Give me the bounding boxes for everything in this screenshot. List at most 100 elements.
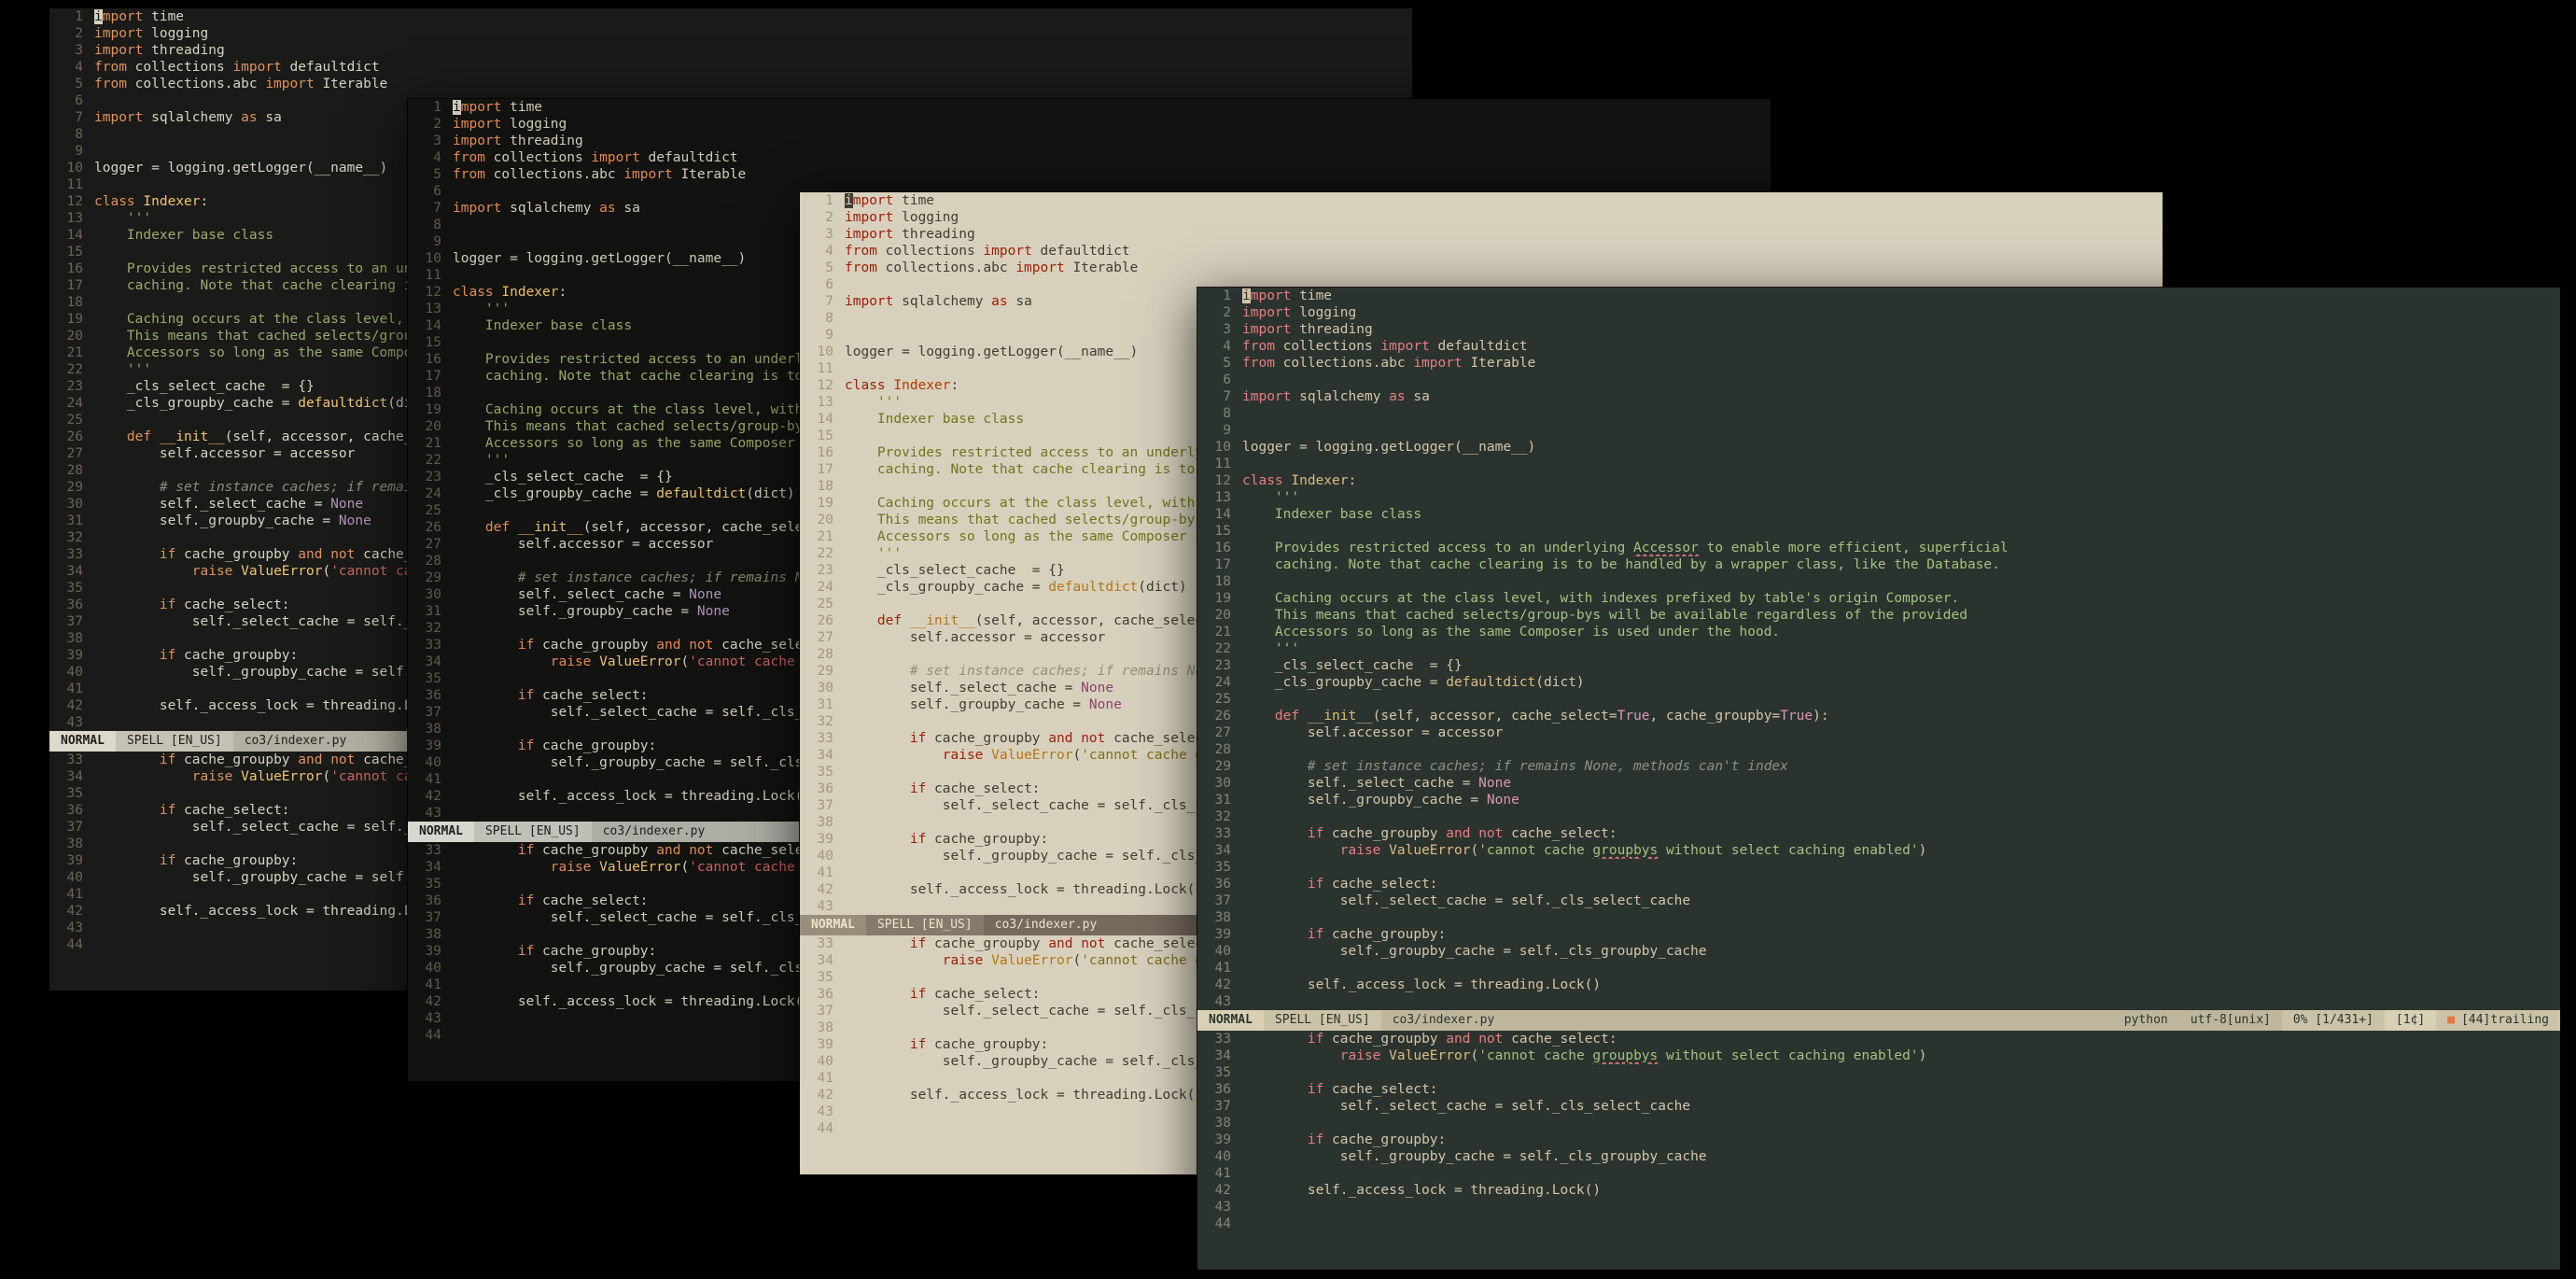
line-number: 22 xyxy=(66,362,83,377)
line-number: 10 xyxy=(425,251,441,266)
line-number: 10 xyxy=(1214,440,1231,455)
line-number: 9 xyxy=(433,234,441,249)
code-token: defaultdict xyxy=(656,486,747,501)
code-token: class xyxy=(845,378,886,393)
line-number: 20 xyxy=(817,513,833,527)
code-token: groupbys xyxy=(1592,843,1659,858)
line-number: 34 xyxy=(1214,1048,1231,1063)
code-line: 37 self._select_cache = self._cls_select… xyxy=(1197,892,2560,909)
cursor: i xyxy=(94,9,103,24)
code-token: Iterable xyxy=(314,77,388,91)
code-token: import xyxy=(845,227,894,242)
code-line: 2 import logging xyxy=(1197,304,2560,321)
line-number: 10 xyxy=(817,344,833,359)
code-token: collections.abc xyxy=(126,77,266,91)
line-number: 37 xyxy=(817,1004,833,1019)
code-token: raise xyxy=(1339,843,1381,858)
code-line: 1 import time xyxy=(800,192,2163,209)
code-token: (self, accessor, cache_select= xyxy=(1372,709,1617,724)
code-token: and xyxy=(1048,731,1073,746)
code-line: 21 Accessors so long as the same Compose… xyxy=(1197,624,2560,640)
code-token: defaultdict xyxy=(298,396,388,411)
code-token: if xyxy=(909,1037,927,1052)
code-line: 32 xyxy=(1197,808,2560,825)
code-token: logger = logging.getLogger(__name__) xyxy=(1242,440,1536,455)
line-number: 31 xyxy=(1214,793,1231,808)
code-line: 5 from collections.abc import Iterable xyxy=(408,166,1771,183)
line-number: 14 xyxy=(817,412,833,427)
line-number: 2 xyxy=(1223,305,1231,320)
code-token: cache_select: xyxy=(1323,1082,1438,1097)
code-token: ( xyxy=(322,769,331,784)
code-line: 43 xyxy=(1197,1199,2560,1216)
code-line: 19 Caching occurs at the class level, wi… xyxy=(1197,590,2560,607)
line-number: 43 xyxy=(66,715,83,730)
code-line: 12 class Indexer: xyxy=(1197,472,2560,489)
line-number: 34 xyxy=(425,654,441,669)
line-number: 41 xyxy=(425,977,441,992)
code-line: 36 if cache_select: xyxy=(1197,1081,2560,1098)
line-number: 33 xyxy=(425,843,441,858)
code-token: self.accessor = accessor xyxy=(94,446,356,461)
code-token: self._select_cache = xyxy=(845,681,1082,696)
code-token: _cls_select_cache = {} xyxy=(453,470,673,485)
code-token: _cls_groupby_cache = xyxy=(1242,675,1447,690)
code-line: 4 from collections import defaultdict xyxy=(49,59,1412,76)
line-number: 22 xyxy=(1214,641,1231,656)
code-token: and xyxy=(298,752,323,767)
code-token: if xyxy=(1307,1032,1324,1047)
code-token: if xyxy=(909,987,927,1002)
line-number: 17 xyxy=(1214,557,1231,572)
code-token: Accessors so long as the same Composer i… xyxy=(1242,625,1781,640)
line-number: 4 xyxy=(825,244,833,259)
line-number: 18 xyxy=(66,295,83,310)
line-number: 7 xyxy=(825,294,833,309)
code-token: cache_select: xyxy=(1503,826,1617,841)
code-token: raise xyxy=(550,654,592,669)
code-line: 26 def __init__(self, accessor, cache_se… xyxy=(1197,708,2560,724)
code-token: import xyxy=(232,60,282,75)
code-token: raise xyxy=(942,953,984,968)
line-number: 41 xyxy=(1214,1166,1231,1181)
code-token: self._access_lock = threading.Lock() xyxy=(94,698,454,713)
position-indicator: 0% [1/431+] xyxy=(2281,1010,2385,1031)
code-token: and xyxy=(656,638,681,653)
line-number: 42 xyxy=(1214,1183,1231,1198)
line-number: 27 xyxy=(425,537,441,552)
encoding-indicator: utf-8[unix] xyxy=(2190,1013,2271,1027)
editor-window-4[interactable]: 1 import time 2 import logging 3 import threa… xyxy=(1197,287,2561,1271)
code-token: cache_select: xyxy=(1323,877,1438,892)
code-token: cache_groupby xyxy=(1323,1032,1447,1047)
code-token: if xyxy=(909,936,927,951)
line-number: 43 xyxy=(817,1104,833,1119)
code-token: self._groupby_cache = self._cls_groupby_… xyxy=(1242,944,1707,959)
line-number: 18 xyxy=(425,386,441,401)
code-token: cache_groupby xyxy=(534,638,657,653)
code-token: as xyxy=(241,110,258,125)
line-number: 7 xyxy=(433,201,441,216)
code-token: 'cannot cache xyxy=(1478,1048,1593,1063)
line-number: 26 xyxy=(1214,709,1231,724)
line-number: 34 xyxy=(817,748,833,763)
line-number: 11 xyxy=(66,177,83,192)
line-number: 14 xyxy=(1214,507,1231,522)
line-number: 20 xyxy=(66,329,83,344)
code-line: 3 import threading xyxy=(800,226,2163,243)
code-token: and xyxy=(298,547,323,562)
line-number: 6 xyxy=(1223,372,1231,387)
trailing-warning: ■[44]trailing xyxy=(2436,1010,2560,1031)
line-number: 37 xyxy=(817,798,833,813)
line-number: 27 xyxy=(817,630,833,645)
code-token: sqlalchemy xyxy=(1291,389,1390,404)
code-token: ValueError xyxy=(991,748,1073,763)
line-number: 41 xyxy=(66,682,83,696)
line-number: 36 xyxy=(425,688,441,703)
code-token: not xyxy=(1478,826,1504,841)
